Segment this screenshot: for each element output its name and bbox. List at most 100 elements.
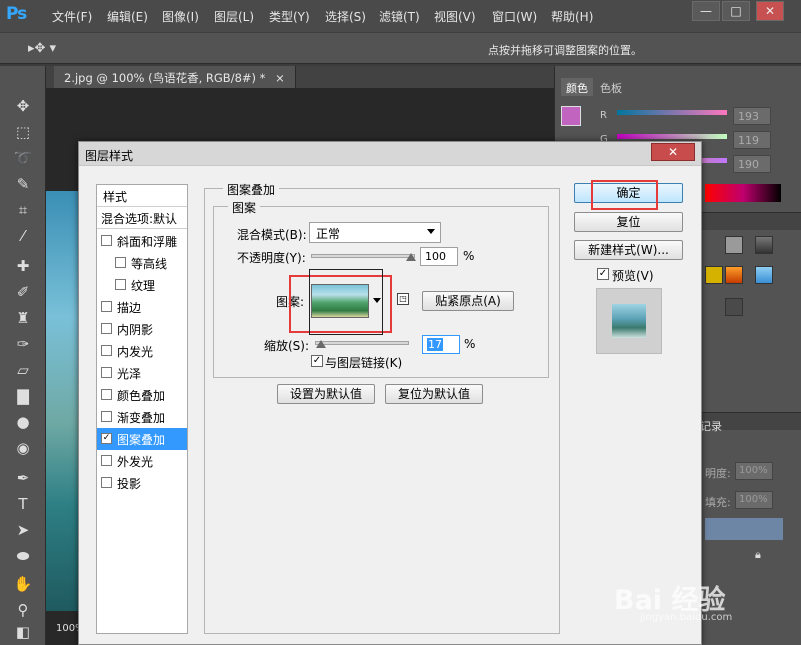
zoom-icon[interactable]: ⚲ <box>12 600 34 620</box>
layer-opacity-field[interactable]: 100% <box>735 462 773 480</box>
link-layer-checkbox[interactable]: ✓ <box>311 355 323 367</box>
stroke-checkbox[interactable] <box>101 301 112 312</box>
bevel-emboss-checkbox[interactable] <box>101 235 112 246</box>
inner-glow-checkbox[interactable] <box>101 345 112 356</box>
reset-button[interactable]: 复位 <box>574 212 683 232</box>
dialog-close-button[interactable]: ✕ <box>651 143 695 161</box>
style-item-outer-glow[interactable]: 外发光 <box>97 450 187 472</box>
g-value[interactable]: 119 <box>733 131 771 149</box>
move-icon[interactable]: ✥ <box>12 96 34 116</box>
crop-icon[interactable]: ⌗ <box>12 200 34 220</box>
texture-checkbox[interactable] <box>115 279 126 290</box>
g-slider[interactable] <box>617 134 727 139</box>
chevron-down-icon[interactable] <box>427 229 435 234</box>
tab-swatches[interactable]: 色板 <box>595 78 627 96</box>
menu-view[interactable]: 视图(V) <box>434 8 476 25</box>
contour-checkbox[interactable] <box>115 257 126 268</box>
blend-options-item[interactable]: 混合选项:默认 <box>97 207 187 229</box>
hand-icon[interactable]: ✋ <box>12 574 34 594</box>
menu-select[interactable]: 选择(S) <box>325 8 366 25</box>
color-overlay-checkbox[interactable] <box>101 389 112 400</box>
document-tab[interactable]: 2.jpg @ 100% (鸟语花香, RGB/8#) * × <box>54 66 296 88</box>
menu-layer[interactable]: 图层(L) <box>214 8 254 25</box>
new-style-button[interactable]: 新建样式(W)... <box>574 240 683 260</box>
pen-icon[interactable]: ✒ <box>12 468 34 488</box>
menu-filter[interactable]: 滤镜(T) <box>379 8 420 25</box>
r-value[interactable]: 193 <box>733 107 771 125</box>
scale-field[interactable]: 17 <box>422 335 460 354</box>
snap-origin-button[interactable]: 贴紧原点(A) <box>422 291 514 311</box>
style-item-inner-shadow[interactable]: 内阴影 <box>97 318 187 340</box>
ellipse-icon[interactable]: ⬬ <box>12 546 34 566</box>
layer-fill-field[interactable]: 100% <box>735 491 773 509</box>
fg-bg-colors-icon[interactable]: ◧ <box>12 622 34 642</box>
minimize-button[interactable]: — <box>692 1 720 21</box>
style-swatch[interactable] <box>725 298 743 316</box>
gradient-icon[interactable]: ▇ <box>12 386 34 406</box>
b-value[interactable]: 190 <box>733 155 771 173</box>
blend-mode-select[interactable]: 正常 <box>309 222 441 243</box>
healing-brush-icon[interactable]: ✚ <box>12 256 34 276</box>
tab-color[interactable]: 颜色 <box>561 78 593 96</box>
style-item-texture[interactable]: 纹理 <box>97 274 187 296</box>
brush-icon[interactable]: ✐ <box>12 282 34 302</box>
style-swatch[interactable] <box>755 236 773 254</box>
pattern-overlay-checkbox[interactable]: ✓ <box>101 433 112 444</box>
menu-file[interactable]: 文件(F) <box>52 8 92 25</box>
history-tab[interactable]: 记录 <box>700 418 722 434</box>
dialog-titlebar[interactable]: 图层样式 ✕ <box>79 142 701 166</box>
blur-icon[interactable]: ● <box>12 412 34 432</box>
lasso-icon[interactable]: ➰ <box>12 148 34 168</box>
scale-slider[interactable] <box>315 341 409 345</box>
inner-shadow-checkbox[interactable] <box>101 323 112 334</box>
set-default-button[interactable]: 设置为默认值 <box>277 384 375 404</box>
history-brush-icon[interactable]: ✑ <box>12 334 34 354</box>
styles-header[interactable]: 样式 <box>97 185 187 207</box>
satin-checkbox[interactable] <box>101 367 112 378</box>
r-slider[interactable] <box>617 110 727 115</box>
menu-image[interactable]: 图像(I) <box>162 8 199 25</box>
eyedropper-icon[interactable]: ⁄ <box>12 226 34 246</box>
style-item-gradient-overlay[interactable]: 渐变叠加 <box>97 406 187 428</box>
reset-default-button[interactable]: 复位为默认值 <box>385 384 483 404</box>
type-icon[interactable]: T <box>12 494 34 514</box>
color-spectrum[interactable] <box>705 184 781 202</box>
opacity-slider[interactable] <box>311 254 415 258</box>
style-item-inner-glow[interactable]: 内发光 <box>97 340 187 362</box>
style-item-color-overlay[interactable]: 颜色叠加 <box>97 384 187 406</box>
style-item-pattern-overlay[interactable]: ✓ 图案叠加 <box>97 428 187 450</box>
quick-select-icon[interactable]: ✎ <box>12 174 34 194</box>
menu-type[interactable]: 类型(Y) <box>269 8 310 25</box>
maximize-button[interactable]: □ <box>722 1 750 21</box>
preview-checkbox[interactable]: ✓ <box>597 268 609 280</box>
marquee-icon[interactable]: ⬚ <box>12 122 34 142</box>
foreground-color-swatch[interactable] <box>561 106 581 126</box>
outer-glow-checkbox[interactable] <box>101 455 112 466</box>
path-select-icon[interactable]: ➤ <box>12 520 34 540</box>
close-window-button[interactable]: ✕ <box>756 1 784 21</box>
tab-close-icon[interactable]: × <box>275 71 285 85</box>
style-swatch[interactable] <box>705 266 723 284</box>
style-item-contour[interactable]: 等高线 <box>97 252 187 274</box>
style-swatch[interactable] <box>725 236 743 254</box>
stamp-icon[interactable]: ♜ <box>12 308 34 328</box>
style-item-stroke[interactable]: 描边 <box>97 296 187 318</box>
opacity-slider-thumb[interactable] <box>406 253 416 261</box>
style-swatch[interactable] <box>755 266 773 284</box>
move-tool-icon[interactable]: ▸✥ ▾ <box>28 41 56 56</box>
new-preset-icon[interactable]: ◳ <box>397 293 409 305</box>
eraser-icon[interactable]: ▱ <box>12 360 34 380</box>
style-item-bevel-emboss[interactable]: 斜面和浮雕 <box>97 230 187 252</box>
drop-shadow-checkbox[interactable] <box>101 477 112 488</box>
menu-help[interactable]: 帮助(H) <box>551 8 593 25</box>
selected-layer-row[interactable] <box>705 518 783 540</box>
scale-slider-thumb[interactable] <box>316 340 326 348</box>
menu-window[interactable]: 窗口(W) <box>492 8 537 25</box>
opacity-field[interactable]: 100 <box>420 247 458 266</box>
gradient-overlay-checkbox[interactable] <box>101 411 112 422</box>
style-item-satin[interactable]: 光泽 <box>97 362 187 384</box>
dodge-icon[interactable]: ◉ <box>12 438 34 458</box>
menu-edit[interactable]: 编辑(E) <box>107 8 148 25</box>
style-swatch[interactable] <box>725 266 743 284</box>
style-item-drop-shadow[interactable]: 投影 <box>97 472 187 494</box>
